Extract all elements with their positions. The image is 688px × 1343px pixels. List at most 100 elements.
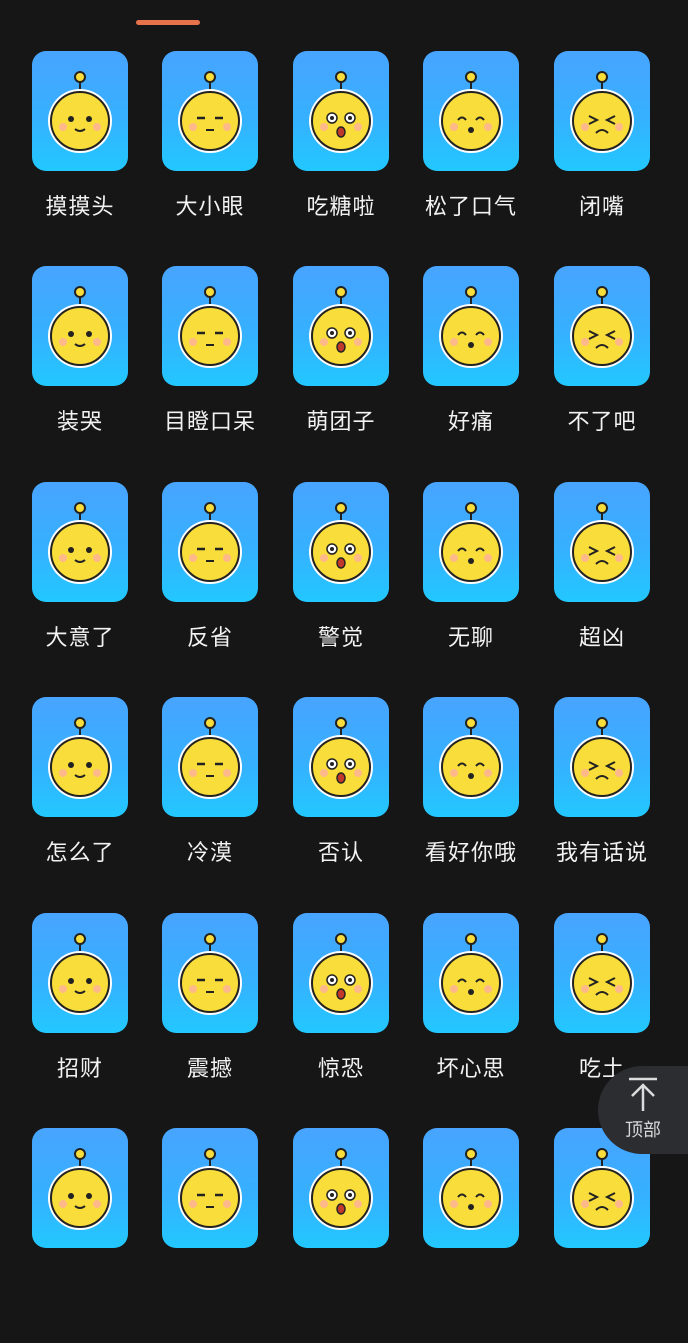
- eat-dirt-icon: [570, 933, 634, 1015]
- terrified-icon: [309, 933, 373, 1015]
- sticker-item[interactable]: 惊恐: [277, 913, 407, 1128]
- sticker-tile[interactable]: [293, 697, 389, 817]
- bored-icon: [439, 502, 503, 584]
- indifferent-icon: [178, 717, 242, 799]
- sticker-item[interactable]: 吃糖啦: [277, 51, 407, 266]
- sticker-item[interactable]: 摸摸头: [16, 51, 146, 266]
- sticker-item[interactable]: [407, 1128, 537, 1343]
- deny-icon: [309, 717, 373, 799]
- sticker-item[interactable]: [146, 1128, 276, 1343]
- sticker-tile[interactable]: [293, 266, 389, 386]
- sticker-tile[interactable]: [32, 51, 128, 171]
- sticker-label: 超凶: [578, 626, 625, 651]
- sticker-item[interactable]: [16, 1128, 146, 1343]
- sticker-tile[interactable]: [293, 913, 389, 1033]
- happy-icon: [48, 1148, 112, 1230]
- sticker-tile[interactable]: [32, 697, 128, 817]
- sticker-item[interactable]: 否认: [277, 697, 407, 912]
- sticker-grid: 摸摸头 大小眼 吃糖啦 松了口气 闭嘴装哭 目瞪口呆 萌团子 好痛 不了吧大意了 反省 警觉 无聊 超凶…: [0, 0, 688, 1248]
- sticker-item[interactable]: 震撼: [146, 913, 276, 1128]
- sticker-item[interactable]: 闭嘴: [538, 51, 668, 266]
- sticker-item[interactable]: [277, 1128, 407, 1343]
- sticker-item[interactable]: 看好你哦: [407, 697, 537, 912]
- sticker-tile[interactable]: [162, 482, 258, 602]
- sticker-item[interactable]: 怎么了: [16, 697, 146, 912]
- sticker-tile[interactable]: [162, 51, 258, 171]
- sticker-label: 看好你哦: [424, 841, 517, 866]
- sticker-tile[interactable]: [423, 697, 519, 817]
- sticker-item[interactable]: 坏心思: [407, 913, 537, 1128]
- sticker-label: 装哭: [56, 410, 103, 435]
- sticker-item[interactable]: 大小眼: [146, 51, 276, 266]
- sticker-label: 惊恐: [317, 1057, 364, 1082]
- sticker-label: 好痛: [447, 410, 494, 435]
- sticker-item[interactable]: 好痛: [407, 266, 537, 481]
- sticker-item[interactable]: [538, 1128, 668, 1343]
- sticker-label: 吃糖啦: [306, 195, 376, 220]
- sticker-tile[interactable]: [32, 913, 128, 1033]
- uneven-eyes-icon: [178, 71, 242, 153]
- sticker-label: 坏心思: [436, 1057, 506, 1082]
- eating-candy-icon: [309, 71, 373, 153]
- sticker-label: 萌团子: [306, 410, 376, 435]
- careless-cat-icon: [48, 502, 112, 584]
- sticker-item[interactable]: 无聊: [407, 482, 537, 697]
- sticker-label: 震撼: [186, 1057, 233, 1082]
- sticker-item[interactable]: 大意了: [16, 482, 146, 697]
- sticker-tile[interactable]: [554, 913, 650, 1033]
- sticker-label: 松了口气: [424, 195, 517, 220]
- sticker-item[interactable]: 萌团子: [277, 266, 407, 481]
- relieved-icon: [439, 71, 503, 153]
- sticker-tile[interactable]: [423, 266, 519, 386]
- sticker-tile[interactable]: [32, 266, 128, 386]
- hurts-icon: [439, 286, 503, 368]
- sticker-item[interactable]: 不了吧: [538, 266, 668, 481]
- fake-cry-icon: [48, 286, 112, 368]
- shocked-icon: [178, 933, 242, 1015]
- sticker-label: 冷漠: [186, 841, 233, 866]
- sticker-tile[interactable]: [554, 697, 650, 817]
- sticker-tile[interactable]: [423, 482, 519, 602]
- sticker-tile[interactable]: [554, 266, 650, 386]
- sticker-item[interactable]: 装哭: [16, 266, 146, 481]
- sticker-item[interactable]: 冷漠: [146, 697, 276, 912]
- sticker-tile[interactable]: [162, 913, 258, 1033]
- sticker-item[interactable]: 反省: [146, 482, 276, 697]
- stunned-icon: [178, 286, 242, 368]
- sticker-label: 闭嘴: [578, 195, 625, 220]
- arrow-up-icon: [629, 1077, 657, 1111]
- sticker-label: 反省: [186, 626, 233, 651]
- sticker-tile[interactable]: [423, 51, 519, 171]
- sticker-tile[interactable]: [423, 913, 519, 1033]
- angry-icon: [439, 1148, 503, 1230]
- sticker-item[interactable]: 我有话说: [538, 697, 668, 912]
- believe-in-you-icon: [439, 717, 503, 799]
- sticker-tile[interactable]: [423, 1128, 519, 1248]
- sticker-tile[interactable]: [32, 1128, 128, 1248]
- sticker-item[interactable]: 警觉: [277, 482, 407, 697]
- back-to-top-button[interactable]: 顶部: [598, 1066, 688, 1154]
- whats-wrong-icon: [48, 717, 112, 799]
- fierce-icon: [570, 502, 634, 584]
- sticker-label: 我有话说: [555, 841, 648, 866]
- sticker-tile[interactable]: [32, 482, 128, 602]
- sticker-tile[interactable]: [162, 1128, 258, 1248]
- sticker-tile[interactable]: [293, 482, 389, 602]
- sticker-tile[interactable]: [293, 1128, 389, 1248]
- sticker-tile[interactable]: [162, 697, 258, 817]
- sticker-tile[interactable]: [554, 51, 650, 171]
- sticker-item[interactable]: 招财: [16, 913, 146, 1128]
- back-to-top-label: 顶部: [625, 1120, 661, 1141]
- pat-head-icon: [48, 71, 112, 153]
- lucky-dog-icon: [48, 933, 112, 1015]
- sticker-tile[interactable]: [293, 51, 389, 171]
- sticker-label: 招财: [56, 1057, 103, 1082]
- sticker-tile[interactable]: [162, 266, 258, 386]
- sticker-tile[interactable]: [554, 482, 650, 602]
- sticker-label: 大小眼: [175, 195, 245, 220]
- sticker-item[interactable]: 松了口气: [407, 51, 537, 266]
- sticker-item[interactable]: 目瞪口呆: [146, 266, 276, 481]
- reflect-icon: [178, 502, 242, 584]
- mischief-icon: [439, 933, 503, 1015]
- sticker-item[interactable]: 超凶: [538, 482, 668, 697]
